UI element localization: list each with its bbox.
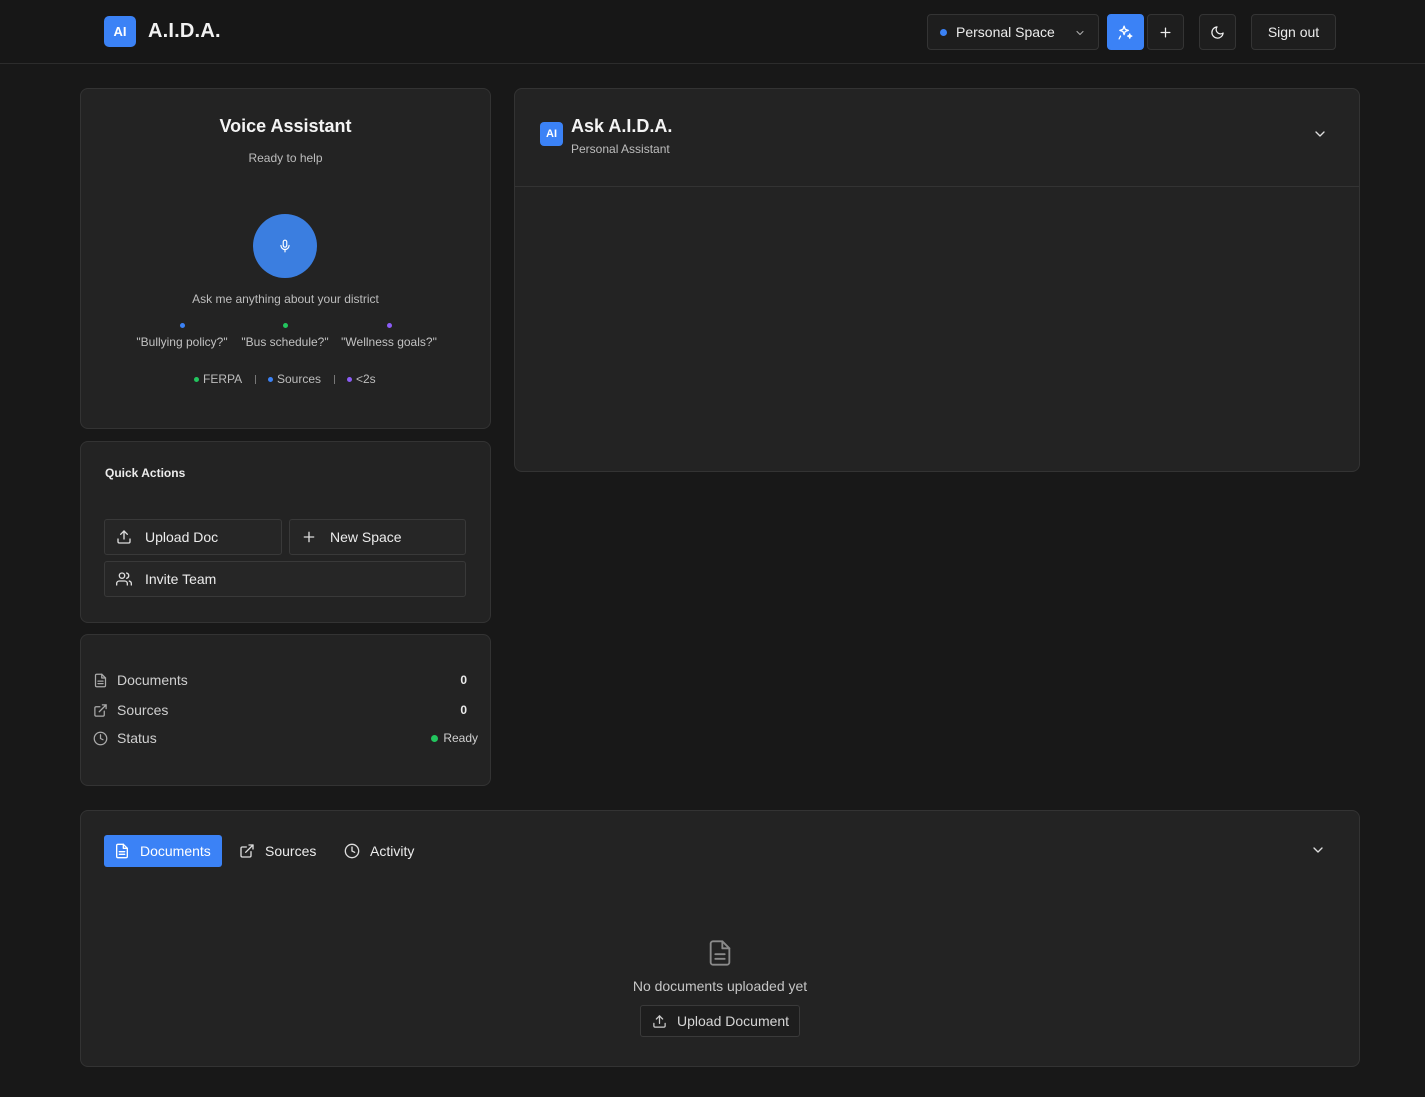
- plus-icon: [1158, 25, 1173, 40]
- stat-sources: Sources 0: [93, 702, 479, 718]
- stat-value: 0: [460, 673, 467, 687]
- moon-icon: [1210, 25, 1225, 40]
- invite-team-label: Invite Team: [145, 571, 217, 587]
- stat-label: Status: [117, 730, 157, 746]
- space-selector-label: Personal Space: [956, 24, 1055, 40]
- ask-panel-divider: [515, 186, 1359, 187]
- ask-panel-collapse-toggle[interactable]: [1312, 126, 1328, 142]
- stat-label: Sources: [117, 702, 169, 718]
- feature-dot: [268, 376, 273, 382]
- ask-aida-badge: AI: [540, 122, 563, 146]
- stat-label: Documents: [117, 672, 188, 688]
- space-selector[interactable]: Personal Space: [927, 14, 1099, 50]
- status-badge: Ready: [431, 731, 478, 745]
- feature-separator: [334, 375, 335, 384]
- file-text-icon: [706, 937, 734, 969]
- plus-icon: [301, 529, 317, 545]
- voice-assistant-subtitle: Ready to help: [248, 151, 323, 165]
- suggestion-bus-schedule[interactable]: "Bus schedule?": [241, 323, 329, 349]
- stat-documents: Documents 0: [93, 672, 479, 688]
- tab-label: Documents: [140, 843, 211, 859]
- quick-actions-title: Quick Actions: [105, 466, 186, 480]
- suggestion-wellness-goals[interactable]: "Wellness goals?": [341, 323, 437, 349]
- feature-label: FERPA: [203, 372, 243, 386]
- chevron-down-icon: [1310, 842, 1326, 858]
- suggestion-text: "Bullying policy?": [136, 335, 228, 349]
- microphone-icon: [278, 239, 292, 253]
- upload-icon: [652, 1014, 667, 1029]
- users-icon: [116, 571, 132, 587]
- tab-activity[interactable]: Activity: [334, 835, 424, 867]
- suggestion-dot: [386, 323, 392, 328]
- file-text-icon: [93, 673, 108, 688]
- upload-icon: [116, 529, 132, 545]
- upload-doc-label: Upload Doc: [145, 529, 219, 545]
- status-dot: [431, 734, 439, 742]
- upload-doc-button[interactable]: Upload Doc: [104, 519, 282, 555]
- new-space-button[interactable]: New Space: [289, 519, 466, 555]
- external-link-icon: [239, 843, 255, 859]
- stat-value: 0: [460, 703, 467, 717]
- stat-status: Status Ready: [93, 730, 479, 746]
- clock-icon: [93, 731, 108, 746]
- feature-label: <2s: [356, 372, 376, 386]
- top-bar: AI A.I.D.A. Personal Space Sign out: [0, 0, 1425, 64]
- feature-speed: <2s: [347, 372, 376, 386]
- theme-toggle-button[interactable]: [1199, 14, 1236, 50]
- feature-separator: [255, 375, 256, 384]
- file-text-icon: [114, 843, 130, 859]
- feature-dot: [194, 376, 199, 382]
- tab-label: Activity: [370, 843, 415, 859]
- app-title: A.I.D.A.: [148, 20, 221, 42]
- clock-icon: [344, 843, 360, 859]
- ai-assistant-button[interactable]: [1107, 14, 1144, 50]
- sign-out-button[interactable]: Sign out: [1251, 14, 1336, 50]
- tab-sources[interactable]: Sources: [229, 835, 326, 867]
- upload-document-button[interactable]: Upload Document: [640, 1005, 800, 1037]
- feature-dot: [347, 376, 352, 382]
- add-button[interactable]: [1147, 14, 1184, 50]
- chevron-down-icon: [1312, 126, 1328, 142]
- sparkles-icon: [1117, 24, 1134, 41]
- feature-label: Sources: [277, 372, 322, 386]
- ask-aida-title: Ask A.I.D.A.: [571, 116, 673, 136]
- tab-label: Sources: [265, 843, 317, 859]
- suggestion-dot: [282, 323, 288, 328]
- documents-panel-collapse-toggle[interactable]: [1310, 842, 1326, 858]
- feature-ferpa: FERPA: [194, 372, 242, 386]
- suggestion-bullying-policy[interactable]: "Bullying policy?": [136, 323, 228, 349]
- logo-badge: AI: [104, 16, 136, 47]
- external-link-icon: [93, 703, 108, 718]
- status-value: Ready: [443, 731, 478, 745]
- upload-document-label: Upload Document: [677, 1013, 790, 1029]
- suggestion-text: "Wellness goals?": [341, 335, 437, 349]
- empty-state-text: No documents uploaded yet: [632, 978, 808, 994]
- voice-assistant-title: Voice Assistant: [219, 116, 352, 136]
- feature-sources: Sources: [268, 372, 321, 386]
- suggestion-text: "Bus schedule?": [241, 335, 329, 349]
- voice-hint: Ask me anything about your district: [192, 292, 379, 306]
- invite-team-button[interactable]: Invite Team: [104, 561, 466, 597]
- microphone-button[interactable]: [253, 214, 317, 278]
- chevron-down-icon: [1074, 27, 1086, 39]
- new-space-label: New Space: [330, 529, 402, 545]
- suggestion-dot: [179, 323, 185, 328]
- tab-documents[interactable]: Documents: [104, 835, 222, 867]
- space-status-dot: [940, 28, 947, 36]
- ask-aida-subtitle: Personal Assistant: [571, 142, 670, 156]
